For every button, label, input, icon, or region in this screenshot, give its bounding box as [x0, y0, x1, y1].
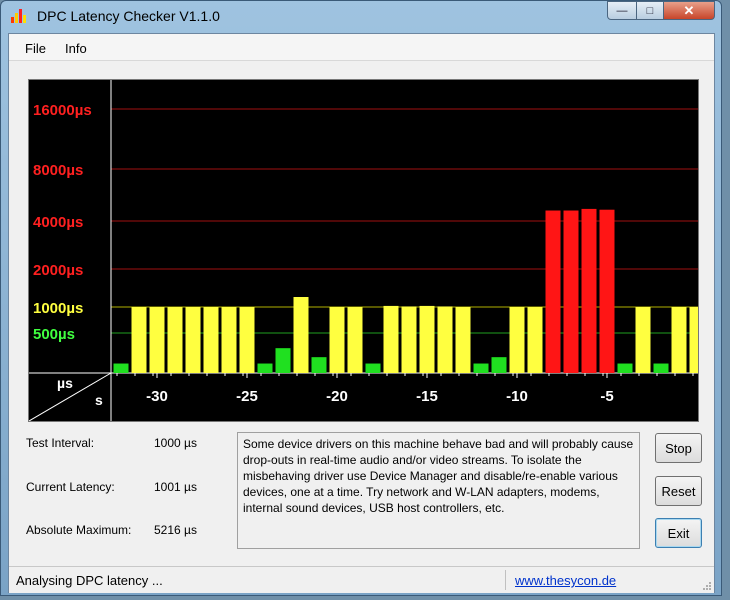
current-latency-value: 1001 µs: [154, 480, 197, 494]
latency-bar: [204, 307, 219, 373]
latency-bar: [654, 364, 669, 373]
latency-bar: [564, 211, 579, 373]
x-tick-label: -5: [600, 388, 613, 405]
menu-info[interactable]: Info: [65, 41, 87, 56]
latency-bar: [294, 297, 309, 373]
close-button[interactable]: ✕: [663, 1, 715, 20]
corner-y-unit: µs: [57, 375, 73, 391]
test-interval-label: Test Interval:: [26, 436, 94, 450]
latency-bar: [384, 306, 399, 373]
latency-bar: [348, 307, 363, 373]
corner-x-unit: s: [95, 392, 103, 408]
menu-bar: File Info: [9, 34, 714, 61]
latency-bar: [528, 307, 543, 373]
absolute-max-label: Absolute Maximum:: [26, 523, 131, 537]
y-axis-label: 4000µs: [33, 214, 83, 231]
exit-button[interactable]: Exit: [655, 518, 702, 548]
current-latency-label: Current Latency:: [26, 480, 115, 494]
latency-bar: [438, 306, 453, 373]
latency-bar: [456, 307, 471, 373]
x-tick-label: -25: [236, 388, 258, 405]
status-text: Analysing DPC latency ...: [16, 573, 163, 588]
latency-bar: [150, 307, 165, 373]
y-axis-label: 2000µs: [33, 262, 83, 279]
latency-bar: [582, 209, 597, 373]
close-icon: ✕: [684, 3, 695, 19]
app-bars-icon: [11, 9, 29, 23]
latency-bar: [510, 307, 525, 373]
latency-bar: [546, 211, 561, 373]
client-area: File Info 16000µs 8000µs 4000µs 2000µs 1000µ…: [8, 33, 715, 593]
menu-file[interactable]: File: [25, 41, 46, 56]
minimize-icon: —: [617, 5, 628, 17]
latency-bar: [420, 306, 435, 373]
latency-chart: 16000µs 8000µs 4000µs 2000µs 1000µs 500µs µs s -…: [28, 79, 699, 422]
latency-bar: [618, 364, 633, 373]
test-interval-value: 1000 µs: [154, 436, 197, 450]
x-tick-label: -30: [146, 388, 168, 405]
website-link[interactable]: www.thesycon.de: [515, 573, 616, 588]
minimize-button[interactable]: —: [607, 1, 637, 20]
y-axis-label: 1000µs: [33, 300, 83, 317]
x-tick-label: -10: [506, 388, 528, 405]
y-axis-label: 16000µs: [33, 102, 92, 119]
latency-bar: [672, 307, 687, 373]
latency-chart-svg: 16000µs 8000µs 4000µs 2000µs 1000µs 500µs µs s -…: [29, 80, 698, 421]
x-tick-label: -15: [416, 388, 438, 405]
message-box: Some device drivers on this machine beha…: [237, 432, 640, 549]
latency-bar: [330, 307, 345, 373]
latency-bar: [222, 307, 237, 373]
status-separator: [505, 570, 506, 590]
maximize-icon: □: [647, 5, 654, 17]
title-bar[interactable]: DPC Latency Checker V1.1.0 — □ ✕: [1, 1, 721, 31]
latency-bar: [258, 364, 273, 373]
latency-bar: [366, 364, 381, 373]
x-tick-label: -20: [326, 388, 348, 405]
reset-button[interactable]: Reset: [655, 476, 702, 506]
y-axis-label: 8000µs: [33, 162, 83, 179]
latency-bar: [474, 364, 489, 373]
resize-grip-icon[interactable]: [702, 581, 712, 591]
latency-bar: [240, 307, 255, 373]
latency-bar: [276, 348, 291, 373]
status-bar: Analysing DPC latency ... www.thesycon.d…: [9, 566, 714, 593]
y-axis-label: 500µs: [33, 326, 75, 343]
latency-bar: [492, 357, 507, 373]
latency-bar: [636, 307, 651, 373]
latency-bar: [402, 306, 417, 373]
latency-bar: [600, 210, 615, 373]
maximize-button[interactable]: □: [636, 1, 664, 20]
absolute-max-value: 5216 µs: [154, 523, 197, 537]
stop-button[interactable]: Stop: [655, 433, 702, 463]
latency-bar: [690, 307, 699, 373]
latency-bar: [132, 307, 147, 373]
latency-bar: [168, 307, 183, 373]
latency-bar: [312, 357, 327, 373]
app-window: DPC Latency Checker V1.1.0 — □ ✕ File In…: [0, 0, 722, 596]
latency-bar: [114, 364, 129, 373]
latency-bar: [186, 307, 201, 373]
window-title: DPC Latency Checker V1.1.0: [37, 8, 220, 24]
